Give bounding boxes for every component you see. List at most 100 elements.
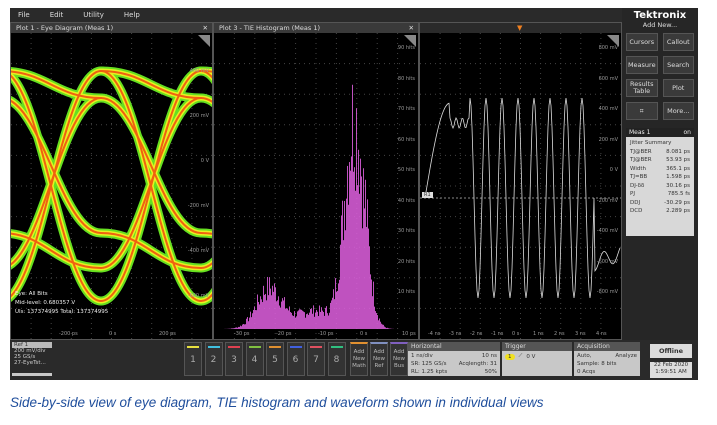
wave-x-tick-label: 4 ns bbox=[596, 331, 607, 337]
histogram-bar bbox=[316, 309, 317, 329]
add-new-button[interactable]: Add New Ref bbox=[370, 342, 388, 376]
histogram-bar bbox=[277, 300, 278, 329]
histogram-bar bbox=[284, 297, 285, 329]
histogram-bar bbox=[293, 316, 294, 329]
measure-button[interactable]: Measure bbox=[626, 56, 658, 74]
tie-histogram-plot[interactable]: Plot 3 - TIE Histogram (Meas 1) ✕ 90 hits… bbox=[213, 22, 419, 340]
hist-y-tick-label: 20 hits bbox=[397, 258, 415, 265]
channel-3-button[interactable]: 3 bbox=[225, 342, 243, 376]
meas-row: DDJ -30.29 ps bbox=[626, 199, 694, 208]
histogram-bar bbox=[290, 312, 291, 329]
menu-edit[interactable]: Edit bbox=[50, 11, 64, 19]
histogram-bar bbox=[307, 313, 308, 329]
channel-color-bar bbox=[310, 346, 322, 348]
histogram-bar bbox=[378, 320, 379, 329]
channel-4-button[interactable]: 4 bbox=[245, 342, 264, 376]
channel-number: 7 bbox=[313, 355, 319, 365]
plot-button[interactable]: Plot bbox=[662, 79, 694, 97]
histogram-bar bbox=[351, 156, 352, 329]
histogram-bar bbox=[324, 315, 325, 329]
histogram-bar bbox=[271, 295, 272, 329]
histogram-bar bbox=[302, 310, 303, 329]
eye-trace-core bbox=[100, 97, 202, 234]
histogram-bar bbox=[335, 278, 336, 329]
search-button[interactable]: Search bbox=[662, 56, 694, 74]
channel-color-bar bbox=[269, 346, 281, 348]
acquisition-badge[interactable]: Acquisition Auto, Analyze Sample: 8 bits 0 … bbox=[574, 342, 640, 376]
histogram-bar bbox=[253, 309, 254, 329]
histogram-bar bbox=[300, 309, 301, 329]
menu-file[interactable]: File bbox=[18, 11, 30, 19]
horizontal-title: Horizontal bbox=[408, 342, 500, 351]
histogram-bar bbox=[326, 306, 327, 329]
menu-help[interactable]: Help bbox=[124, 11, 140, 19]
histogram-bar bbox=[340, 244, 341, 329]
add-new-button[interactable]: Add New Bus bbox=[390, 342, 408, 376]
close-icon[interactable]: ✕ bbox=[203, 23, 208, 33]
histogram-bar bbox=[342, 200, 343, 329]
histogram-bar bbox=[356, 108, 357, 329]
channel-2-button[interactable]: 2 bbox=[204, 342, 223, 376]
meas1-badge[interactable]: Meas 1 on Jitter Summary TJ@BER 8.081 ps TJ… bbox=[626, 128, 694, 236]
histogram-bar bbox=[337, 290, 338, 329]
ref1-marker[interactable]: R1 bbox=[422, 192, 433, 198]
histogram-bar bbox=[274, 283, 275, 329]
trigger-source: 1 bbox=[505, 353, 515, 360]
eye-y-tick-label: 200 mV bbox=[189, 113, 209, 119]
histogram-bar bbox=[269, 277, 270, 329]
mask-button[interactable]: ⌗ bbox=[626, 102, 658, 120]
histogram-bar bbox=[252, 313, 253, 329]
histogram-bar bbox=[242, 324, 243, 329]
histogram-bar bbox=[279, 305, 280, 329]
ref1-badge[interactable]: Ref 1 200 mV/div 25 GS/s 27-EyeTst... bbox=[12, 342, 52, 376]
trigger-position-icon[interactable]: ▼ bbox=[517, 23, 522, 33]
histogram-bar bbox=[373, 281, 374, 329]
setting-row: Sample: 8 bits bbox=[577, 360, 637, 368]
wave-x-tick-label: 0 s bbox=[512, 331, 520, 337]
horizontal-badge[interactable]: Horizontal 1 ns/div 10 ns SR: 125 GS/s Acql… bbox=[408, 342, 500, 376]
trigger-badge[interactable]: Trigger 1 ⟋ 0 V bbox=[502, 342, 572, 376]
trigger-level: 0 V bbox=[526, 353, 536, 360]
wave-y-tick-label: 200 mV bbox=[598, 136, 618, 143]
histogram-bar bbox=[320, 311, 321, 329]
waveform-plot[interactable]: ▼ R1 800 mV 600 mV 400 mV 200 mV 0 V -200 mV -… bbox=[419, 22, 622, 340]
meas-name: PJ bbox=[630, 191, 635, 197]
hist-y-tick-label: 10 hits bbox=[397, 289, 415, 295]
histogram-bar bbox=[359, 193, 360, 329]
offline-button[interactable]: Offline bbox=[650, 344, 692, 358]
meas-name: DDJ bbox=[630, 199, 641, 206]
hist-x-tick-label: -10 ps bbox=[318, 331, 334, 337]
histogram-canvas bbox=[214, 33, 418, 339]
eye-diagram-plot[interactable]: Plot 1 - Eye Diagram (Meas 1) ✕ 400 mV 200… bbox=[10, 22, 213, 340]
histogram-bar bbox=[325, 307, 326, 329]
histogram-bar bbox=[288, 310, 289, 329]
histogram-bar bbox=[232, 328, 233, 329]
channel-6-button[interactable]: 6 bbox=[286, 342, 305, 376]
menu-utility[interactable]: Utility bbox=[83, 11, 104, 19]
meas-value: 30.16 ps bbox=[666, 182, 690, 189]
expand-icon[interactable] bbox=[198, 35, 210, 47]
callout-button[interactable]: Callout bbox=[662, 33, 694, 51]
meas-row: TJ@BER 8.081 ps bbox=[626, 148, 694, 157]
histogram-bar bbox=[309, 312, 310, 329]
channel-7-button[interactable]: 7 bbox=[307, 342, 325, 376]
meas-name: TJ=BB bbox=[630, 174, 648, 180]
menu-bar: File Edit Utility Help bbox=[10, 8, 622, 22]
add-new-button[interactable]: Add New Math bbox=[350, 342, 368, 376]
channel-1-button[interactable]: 1 bbox=[184, 342, 202, 376]
histogram-bar bbox=[367, 199, 368, 329]
channel-5-button[interactable]: 5 bbox=[266, 342, 284, 376]
more-button[interactable]: More... bbox=[662, 102, 694, 120]
setting-value: 50% bbox=[484, 369, 497, 375]
histogram-bar bbox=[250, 311, 251, 329]
histogram-bar bbox=[262, 302, 263, 329]
meas-value: 785.5 fs bbox=[667, 191, 690, 197]
results-table-button[interactable]: Results Table bbox=[626, 79, 658, 97]
right-panel: Tektronix Add New... Cursors Callout Mea… bbox=[622, 8, 698, 340]
histogram-bar bbox=[382, 324, 383, 329]
cursors-button[interactable]: Cursors bbox=[626, 33, 658, 51]
channel-8-button[interactable]: 8 bbox=[327, 342, 346, 376]
close-icon[interactable]: ✕ bbox=[409, 23, 414, 33]
histogram-bar bbox=[308, 314, 309, 329]
meas-value: 1.598 ps bbox=[666, 174, 690, 180]
